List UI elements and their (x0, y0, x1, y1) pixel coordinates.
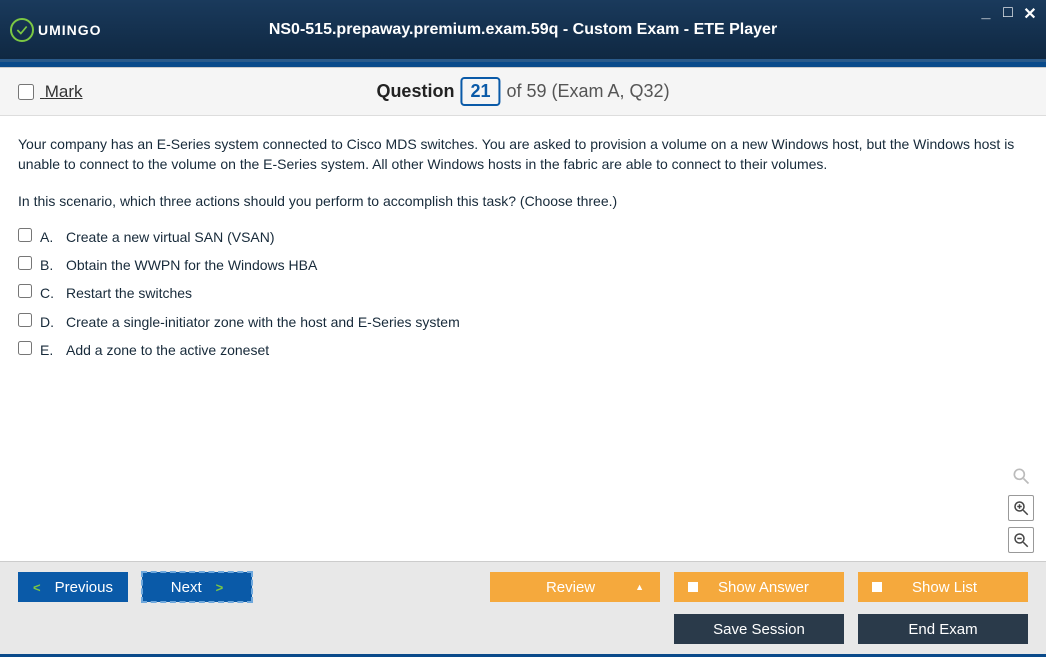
show-list-button[interactable]: Show List (858, 572, 1028, 602)
minimize-icon[interactable]: _ (978, 4, 994, 24)
question-header: Mark Question 21 of 59 (Exam A, Q32) (0, 68, 1046, 116)
option-b[interactable]: B. Obtain the WWPN for the Windows HBA (18, 255, 1028, 275)
question-indicator: Question 21 of 59 (Exam A, Q32) (376, 77, 669, 106)
title-bar: UMINGO NS0-515.prepaway.premium.exam.59q… (0, 0, 1046, 62)
option-text: Add a zone to the active zoneset (66, 340, 269, 360)
review-button[interactable]: Review ▲ (490, 572, 660, 602)
show-answer-button[interactable]: Show Answer (674, 572, 844, 602)
logo-text: UMINGO (38, 22, 102, 38)
previous-button[interactable]: < Previous (18, 572, 128, 602)
option-c-checkbox[interactable] (18, 284, 32, 298)
option-text: Restart the switches (66, 283, 192, 303)
search-icon[interactable] (1008, 463, 1034, 489)
footer: < Previous Next > Review ▲ Show Answer S… (0, 561, 1046, 654)
option-letter: B. (40, 255, 58, 275)
app-logo: UMINGO (10, 18, 102, 42)
option-c[interactable]: C. Restart the switches (18, 283, 1028, 303)
zoom-tools (1008, 463, 1034, 553)
end-exam-label: End Exam (908, 621, 977, 638)
question-para-1: Your company has an E-Series system conn… (18, 134, 1028, 175)
option-letter: A. (40, 227, 58, 247)
previous-label: Previous (55, 579, 113, 596)
square-icon (872, 582, 882, 592)
end-exam-button[interactable]: End Exam (858, 614, 1028, 644)
window-controls: _ □ ✕ (978, 4, 1038, 24)
checkmark-icon (10, 18, 34, 42)
option-letter: E. (40, 340, 58, 360)
save-session-button[interactable]: Save Session (674, 614, 844, 644)
question-suffix: of 59 (Exam A, Q32) (506, 81, 669, 102)
option-a-checkbox[interactable] (18, 228, 32, 242)
question-body: Your company has an E-Series system conn… (0, 116, 1046, 561)
zoom-in-icon[interactable] (1008, 495, 1034, 521)
option-text: Obtain the WWPN for the Windows HBA (66, 255, 317, 275)
option-b-checkbox[interactable] (18, 256, 32, 270)
close-icon[interactable]: ✕ (1022, 4, 1038, 24)
save-session-label: Save Session (713, 621, 805, 638)
question-word: Question (376, 81, 454, 102)
option-a[interactable]: A. Create a new virtual SAN (VSAN) (18, 227, 1028, 247)
option-text: Create a new virtual SAN (VSAN) (66, 227, 275, 247)
chevron-right-icon: > (216, 580, 224, 595)
option-e-checkbox[interactable] (18, 341, 32, 355)
option-text: Create a single-initiator zone with the … (66, 312, 460, 332)
question-number: 21 (460, 77, 500, 106)
show-list-label: Show List (912, 579, 977, 596)
square-icon (688, 582, 698, 592)
mark-checkbox-input[interactable] (18, 84, 34, 100)
question-para-2: In this scenario, which three actions sh… (18, 191, 1028, 211)
window-title: NS0-515.prepaway.premium.exam.59q - Cust… (269, 21, 777, 39)
footer-row-1: < Previous Next > Review ▲ Show Answer S… (18, 572, 1028, 602)
review-label: Review (546, 579, 595, 596)
next-button[interactable]: Next > (142, 572, 252, 602)
option-d[interactable]: D. Create a single-initiator zone with t… (18, 312, 1028, 332)
zoom-out-icon[interactable] (1008, 527, 1034, 553)
chevron-left-icon: < (33, 580, 41, 595)
maximize-icon[interactable]: □ (1000, 4, 1016, 24)
triangle-up-icon: ▲ (635, 582, 644, 592)
option-e[interactable]: E. Add a zone to the active zoneset (18, 340, 1028, 360)
footer-row-2: Save Session End Exam (18, 614, 1028, 644)
option-d-checkbox[interactable] (18, 313, 32, 327)
mark-label: Mark (45, 82, 83, 101)
options-list: A. Create a new virtual SAN (VSAN) B. Ob… (18, 227, 1028, 360)
show-answer-label: Show Answer (718, 579, 809, 596)
option-letter: C. (40, 283, 58, 303)
next-label: Next (171, 579, 202, 596)
option-letter: D. (40, 312, 58, 332)
bottom-accent (0, 654, 1046, 657)
mark-checkbox[interactable]: Mark (18, 82, 83, 102)
